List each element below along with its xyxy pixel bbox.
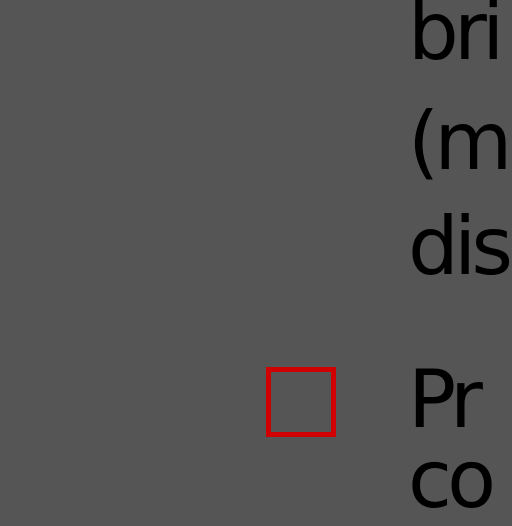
option-1-line-3: dis [408,200,512,293]
option-1-line-1: bri [408,0,504,78]
option-1-line-2: (m [408,95,512,188]
option-2-line-2: co [408,433,496,526]
option-2-line-1: Pr [408,353,483,446]
option-2-checkbox[interactable] [266,367,336,437]
